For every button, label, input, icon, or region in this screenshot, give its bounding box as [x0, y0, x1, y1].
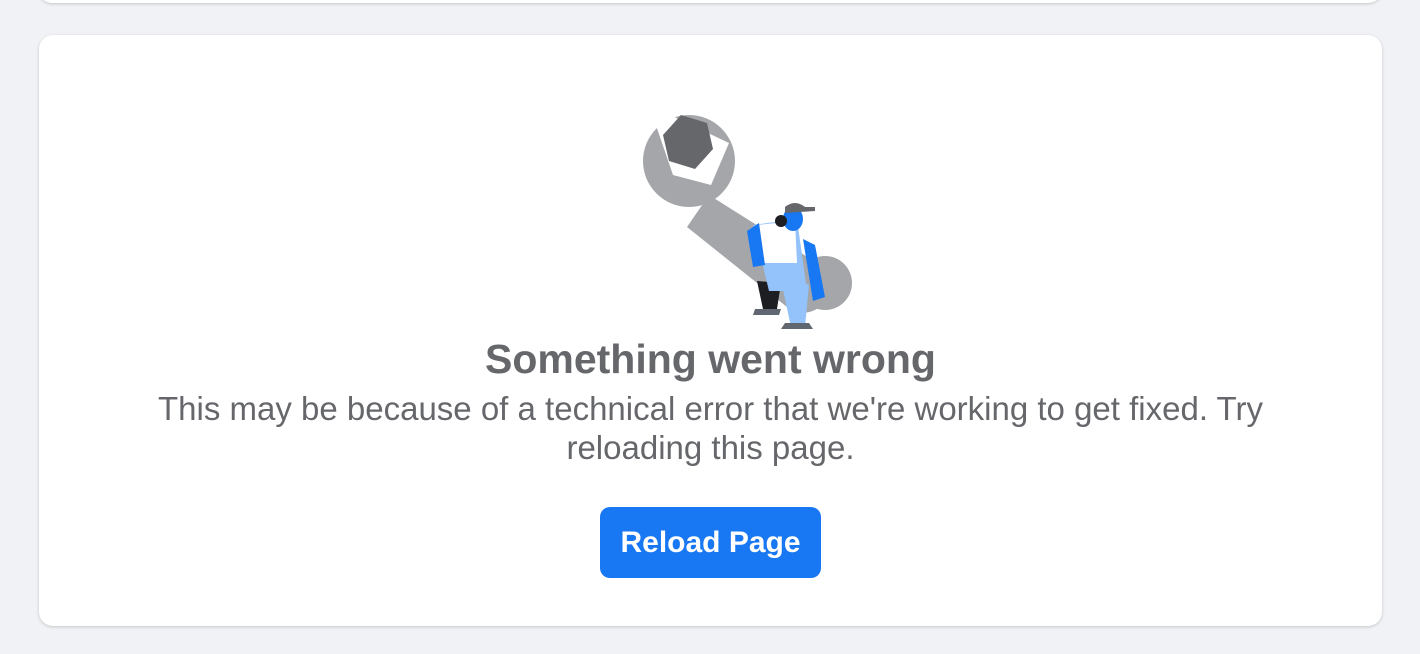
previous-card: [38, 0, 1382, 3]
error-message: This may be because of a technical error…: [158, 390, 1263, 466]
reload-page-button[interactable]: Reload Page: [600, 507, 821, 578]
wrench-worker-icon: [643, 105, 852, 329]
error-title: Something went wrong: [485, 336, 936, 382]
worker-cap: [785, 203, 815, 213]
error-card: Something went wrong This may be because…: [39, 35, 1382, 626]
page: Something went wrong This may be because…: [0, 0, 1420, 654]
